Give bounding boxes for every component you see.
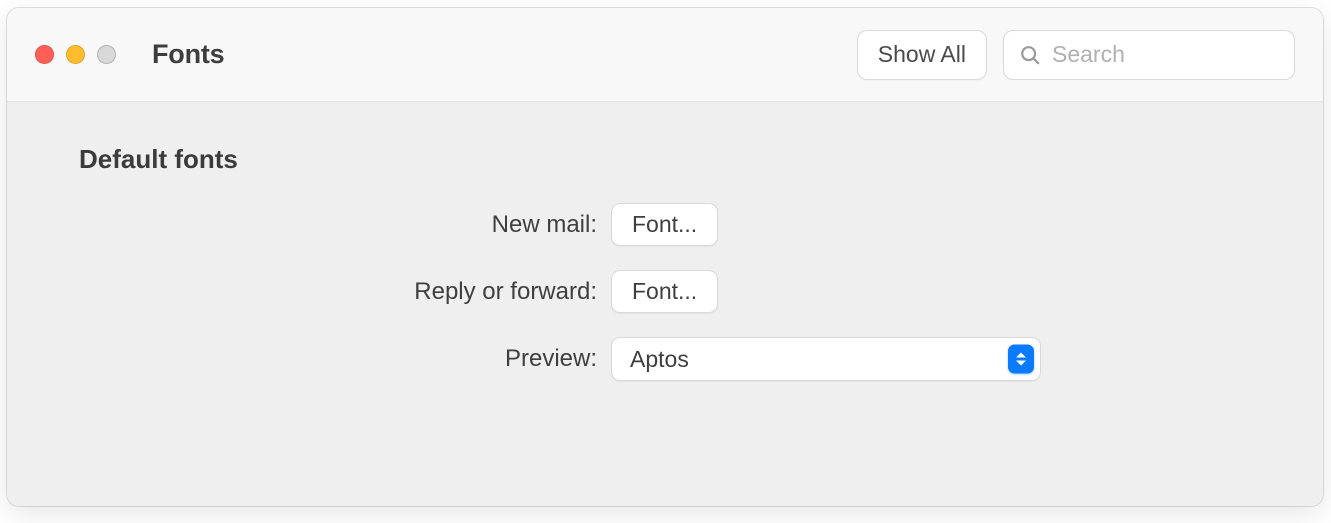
minimize-button[interactable] xyxy=(66,45,85,64)
section-title: Default fonts xyxy=(79,144,1261,175)
new-mail-font-button[interactable]: Font... xyxy=(611,203,718,246)
reply-forward-label: Reply or forward: xyxy=(79,278,611,306)
preview-font-select[interactable]: Aptos xyxy=(611,337,1041,381)
search-field-wrap xyxy=(1003,30,1295,80)
toolbar-right: Show All xyxy=(857,30,1295,80)
preview-label: Preview: xyxy=(79,345,611,373)
show-all-label: Show All xyxy=(878,41,966,68)
new-mail-label: New mail: xyxy=(79,211,611,239)
reply-forward-font-button[interactable]: Font... xyxy=(611,270,718,313)
preview-select-wrap: Aptos xyxy=(611,337,1041,381)
titlebar: Fonts Show All xyxy=(7,8,1323,102)
row-preview: Preview: Aptos xyxy=(79,337,1261,381)
new-mail-font-button-label: Font... xyxy=(632,211,697,238)
preferences-window: Fonts Show All Default fonts New mail: F… xyxy=(7,8,1323,506)
row-reply-forward: Reply or forward: Font... xyxy=(79,270,1261,313)
search-input[interactable] xyxy=(1003,30,1295,80)
close-button[interactable] xyxy=(35,45,54,64)
reply-forward-font-button-label: Font... xyxy=(632,278,697,305)
preview-font-value: Aptos xyxy=(630,346,689,373)
form-rows: New mail: Font... Reply or forward: Font… xyxy=(79,203,1261,381)
show-all-button[interactable]: Show All xyxy=(857,30,987,80)
content-area: Default fonts New mail: Font... Reply or… xyxy=(7,102,1323,506)
window-title: Fonts xyxy=(152,39,225,70)
zoom-button xyxy=(97,45,116,64)
traffic-lights xyxy=(35,45,116,64)
row-new-mail: New mail: Font... xyxy=(79,203,1261,246)
